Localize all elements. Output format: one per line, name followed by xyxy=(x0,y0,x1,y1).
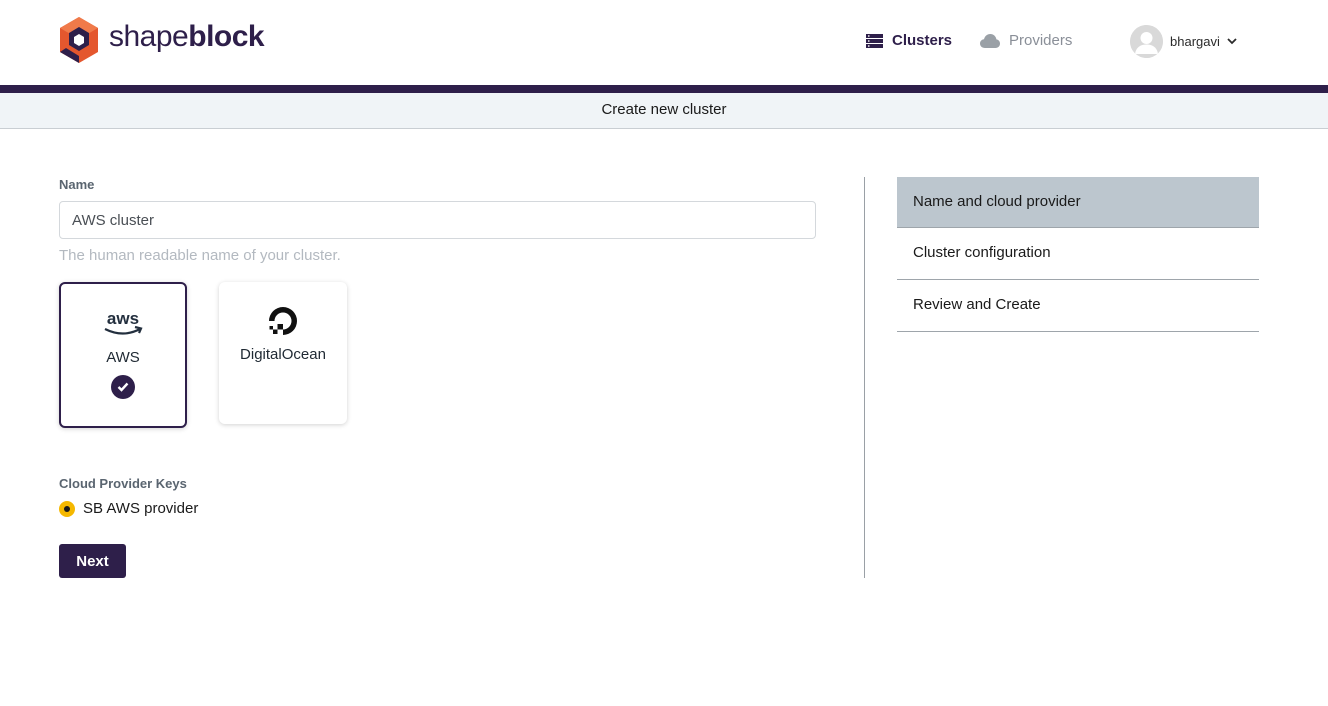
provider-card-aws[interactable]: aws AWS xyxy=(59,282,187,428)
radio-selected-icon[interactable] xyxy=(59,500,75,517)
wizard-steps: Name and cloud provider Cluster configur… xyxy=(897,177,1259,332)
checkmark-icon xyxy=(111,375,135,399)
digitalocean-logo-icon xyxy=(219,305,347,337)
nav-providers[interactable]: Providers xyxy=(980,32,1072,49)
header-accent-bar xyxy=(0,85,1328,93)
cloud-provider-keys-label: Cloud Provider Keys xyxy=(59,476,187,491)
provider-key-label: SB AWS provider xyxy=(83,500,199,517)
user-name: bhargavi xyxy=(1170,34,1220,49)
name-label: Name xyxy=(59,177,95,192)
next-button[interactable]: Next xyxy=(59,544,126,578)
shapeblock-logo-icon xyxy=(60,17,98,63)
cloud-icon xyxy=(980,33,1000,48)
shapeblock-logo[interactable]: shapeblock xyxy=(58,16,265,64)
nav-providers-label: Providers xyxy=(1009,32,1073,49)
step-name-and-cloud-provider[interactable]: Name and cloud provider xyxy=(897,177,1259,228)
logo-text-light: shape xyxy=(109,20,189,53)
vertical-divider xyxy=(864,177,865,578)
logo-text: shapeblock xyxy=(109,20,265,53)
provider-card-label: AWS xyxy=(106,349,140,366)
aws-logo-icon: aws xyxy=(61,310,185,338)
user-menu[interactable]: bhargavi xyxy=(1130,25,1237,58)
name-input[interactable] xyxy=(59,201,816,239)
provider-key-option[interactable]: SB AWS provider xyxy=(59,500,198,517)
step-review-and-create[interactable]: Review and Create xyxy=(897,280,1259,332)
server-icon xyxy=(866,33,883,48)
nav-clusters-label: Clusters xyxy=(892,32,953,49)
nav-clusters[interactable]: Clusters xyxy=(866,32,952,49)
logo-text-bold: block xyxy=(188,20,265,53)
svg-text:aws: aws xyxy=(107,310,139,328)
avatar xyxy=(1130,25,1163,58)
app-header: shapeblock Clusters Providers bhargavi xyxy=(0,0,1328,85)
page-title: Create new cluster xyxy=(0,93,1328,129)
name-help-text: The human readable name of your cluster. xyxy=(59,247,341,264)
step-cluster-configuration[interactable]: Cluster configuration xyxy=(897,228,1259,280)
provider-card-digitalocean[interactable]: DigitalOcean xyxy=(219,282,347,424)
chevron-down-icon xyxy=(1227,38,1237,45)
provider-card-label: DigitalOcean xyxy=(240,346,326,363)
